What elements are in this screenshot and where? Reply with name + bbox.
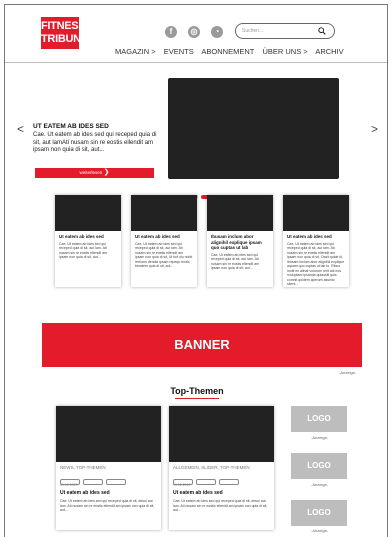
main-nav: MAGAZIN > EVENTS ABONNEMENT ÜBER UNS > A…: [115, 47, 350, 56]
article-card-title: Ut eatem ab ides sed: [59, 234, 104, 239]
topic-card-title: Ut eatem ab ides sed: [173, 490, 223, 496]
slider-prev-arrow[interactable]: <: [17, 122, 24, 136]
read-more-label: weiterlesen: [79, 170, 103, 175]
ad-logo-label: -Anzeige-: [311, 482, 329, 487]
topic-card-tags: [169, 470, 274, 485]
article-card[interactable]: Ut eatem ab ides sed Cae. Ut eatem ab id…: [131, 195, 197, 287]
article-card[interactable]: Ibusam inclum abor alignihil explique ip…: [207, 195, 273, 287]
brand-line-2: TRIBUNE: [41, 33, 88, 45]
ad-logo-label: -Anzeige-: [311, 435, 329, 440]
tag-pill[interactable]: [196, 479, 216, 485]
article-card-text: Cae. Ut eatem ab ides sed qui receped qu…: [59, 241, 108, 260]
tag-pill[interactable]: [106, 479, 126, 485]
site-header: FITNESS TRIBUNE f ◎ ◔ MAGAZIN > EVENTS A…: [5, 5, 387, 63]
nav-item-archiv[interactable]: ARCHIV: [315, 47, 343, 56]
rss-icon[interactable]: ◔: [211, 26, 223, 38]
topic-card[interactable]: NEWS, TOP-THEMEN 01.12.2020 Ut eatem ab …: [56, 406, 161, 530]
topic-card[interactable]: ALLGEMEIN, SLIDER, TOP-THEMEN 01.12.2020…: [169, 406, 274, 530]
brand-line-1: FITNESS: [41, 20, 86, 32]
article-card-image: [207, 195, 273, 231]
tag-pill[interactable]: [83, 479, 103, 485]
hero-image[interactable]: [168, 78, 339, 179]
ad-logo[interactable]: LOGO: [291, 453, 347, 479]
section-title-underline: [175, 398, 219, 399]
search-input[interactable]: [242, 25, 316, 37]
article-card-image: [55, 195, 121, 231]
page-frame: FITNESS TRIBUNE f ◎ ◔ MAGAZIN > EVENTS A…: [4, 4, 388, 537]
brand-logo[interactable]: FITNESS TRIBUNE: [41, 17, 88, 49]
topic-card-text: Cae. Ut eatem ab ides sed qui receped qu…: [60, 499, 155, 512]
read-more-button[interactable]: weiterlesen ❯: [35, 168, 154, 178]
banner-ad-label: -Anzeige-: [339, 370, 357, 375]
topic-card-tags: [56, 470, 161, 485]
tag-pill[interactable]: [219, 479, 239, 485]
facebook-icon[interactable]: f: [165, 26, 177, 38]
article-card-title: Ut eatem ab ides sed: [135, 234, 180, 239]
slider-next-arrow[interactable]: >: [371, 122, 378, 136]
nav-item-events[interactable]: EVENTS: [164, 47, 194, 56]
article-card-image: [131, 195, 197, 231]
topic-card-image: [169, 406, 274, 462]
ad-logo[interactable]: LOGO: [291, 500, 347, 526]
hero-text: Cae. Ut eatem ab ides sed qui receped qu…: [33, 132, 157, 153]
topic-card-title: Ut eatem ab ides sed: [60, 490, 110, 496]
article-card-image: [283, 195, 349, 231]
nav-item-magazin[interactable]: MAGAZIN >: [115, 47, 156, 56]
topic-card-category: ALLGEMEIN, SLIDER, TOP-THEMEN: [173, 465, 250, 470]
ad-logo-label: -Anzeige-: [311, 528, 329, 533]
slider-dots: [183, 188, 218, 199]
article-card-text: Cae. Ut eatem ab ides sed qui receped qu…: [211, 252, 260, 271]
topic-card-category: NEWS, TOP-THEMEN: [60, 465, 106, 470]
article-card[interactable]: Ut eatem ab ides sed Cae. Ut eatem ab id…: [283, 195, 349, 287]
nav-item-ueber-uns[interactable]: ÜBER UNS >: [262, 47, 307, 56]
article-card[interactable]: Ut eatem ab ides sed Cae. Ut eatem ab id…: [55, 195, 121, 287]
chevron-right-icon: ❯: [103, 169, 110, 176]
article-card-text: Cae. Ut eatem ab ides sed qui receped qu…: [135, 241, 193, 269]
topic-card-image: [56, 406, 161, 462]
search-icon[interactable]: [318, 27, 326, 35]
ad-logo[interactable]: LOGO: [291, 406, 347, 432]
article-card-title: Ut eatem ab ides sed: [287, 234, 332, 239]
article-card-text: Cae. Ut eatem ab ides sed qui receped qu…: [287, 241, 345, 287]
instagram-icon[interactable]: ◎: [188, 26, 200, 38]
hero-title: UT EATEM AB IDES SED: [33, 123, 109, 130]
search-box: [235, 23, 335, 39]
article-card-title: Ibusam inclum abor alignihil explique ip…: [211, 234, 262, 250]
ad-banner[interactable]: BANNER: [42, 323, 362, 367]
topic-card-text: Cae. Ut eatem ab ides sed qui receped qu…: [173, 499, 268, 512]
section-title: Top-Themen: [170, 386, 224, 396]
nav-item-abonnement[interactable]: ABONNEMENT: [201, 47, 254, 56]
